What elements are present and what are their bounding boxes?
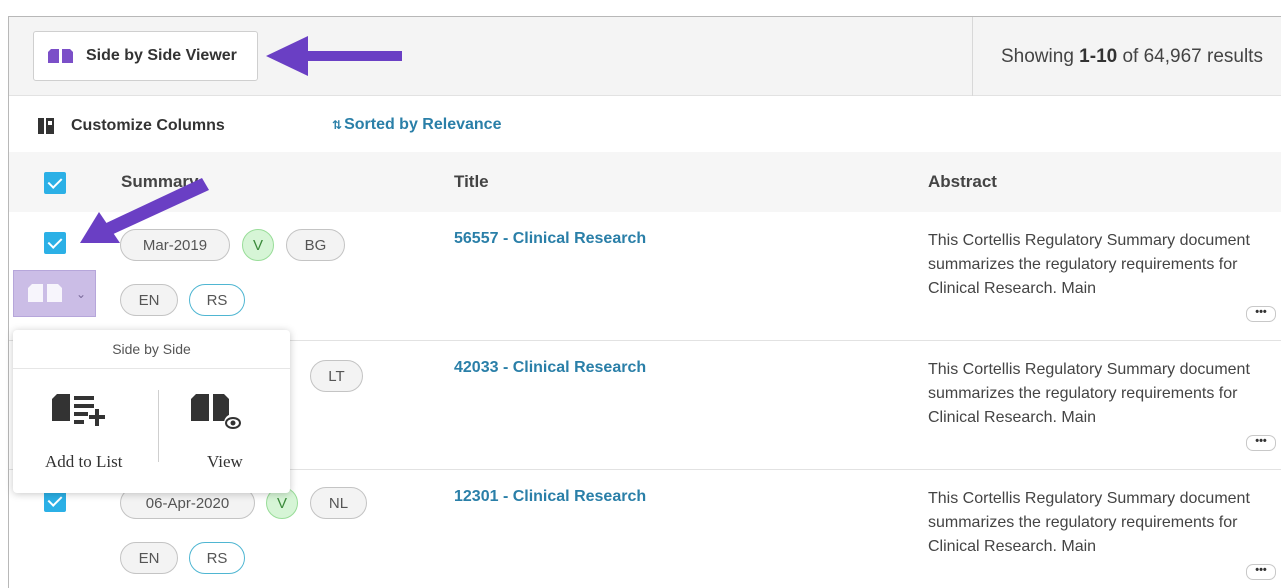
view-icon: [191, 394, 242, 432]
results-suffix: of 64,967 results: [1117, 46, 1263, 67]
country-tag[interactable]: LT: [310, 360, 363, 392]
side-by-side-menu: Side by Side Add to List View: [13, 330, 290, 493]
side-by-side-viewer-button[interactable]: Side by Side Viewer: [33, 31, 258, 81]
more-button[interactable]: •••: [1246, 435, 1276, 451]
record-abstract: This Cortellis Regulatory Summary docume…: [928, 361, 1250, 426]
side-by-side-icon: [28, 284, 62, 302]
options-bar: Customize Columns ⇅ Sorted by Relevance: [9, 97, 1281, 152]
language-tag[interactable]: EN: [120, 542, 178, 574]
table-header: Summary Title Abstract: [9, 152, 1281, 212]
row-checkbox[interactable]: [44, 490, 66, 512]
record-title-link[interactable]: 12301 - Clinical Research: [454, 488, 646, 506]
table-row: Mar-2019 V BG EN RS 56557 - Clinical Res…: [9, 212, 1281, 341]
column-header-abstract: Abstract: [928, 172, 997, 191]
type-tag[interactable]: RS: [189, 542, 245, 574]
side-by-side-menu-title: Side by Side: [13, 330, 290, 369]
results-toolbar: Side by Side Viewer Showing 1-10 of 64,9…: [9, 17, 1281, 96]
results-panel: Side by Side Viewer Showing 1-10 of 64,9…: [8, 16, 1281, 588]
results-prefix: Showing: [1001, 46, 1080, 67]
date-tag[interactable]: Mar-2019: [120, 229, 230, 261]
record-title-link[interactable]: 42033 - Clinical Research: [454, 359, 646, 377]
more-button[interactable]: •••: [1246, 564, 1276, 580]
add-to-list-button[interactable]: Add to List: [45, 388, 135, 473]
record-abstract: This Cortellis Regulatory Summary docume…: [928, 490, 1250, 555]
row-checkbox[interactable]: [44, 232, 66, 254]
sort-icon: ⇅: [332, 118, 343, 132]
chevron-down-icon: ⌄: [76, 287, 87, 301]
add-to-list-label: Add to List: [45, 452, 123, 471]
results-count: Showing 1-10 of 64,967 results: [1001, 46, 1263, 68]
columns-icon: [38, 118, 54, 134]
sort-label: Sorted by Relevance: [344, 116, 502, 133]
country-tag[interactable]: BG: [286, 229, 345, 261]
record-title-link[interactable]: 56557 - Clinical Research: [454, 230, 646, 248]
toolbar-divider: [972, 17, 973, 96]
add-to-list-icon: [52, 394, 105, 426]
language-tag[interactable]: EN: [120, 284, 178, 316]
verified-tag[interactable]: V: [242, 229, 274, 261]
sort-button[interactable]: ⇅ Sorted by Relevance: [332, 116, 501, 134]
column-header-title: Title: [454, 172, 489, 191]
select-all-checkbox[interactable]: [44, 172, 66, 194]
menu-divider: [158, 390, 159, 462]
side-by-side-dropdown-toggle[interactable]: ⌄: [13, 270, 96, 317]
country-tag[interactable]: NL: [310, 487, 367, 519]
record-abstract: This Cortellis Regulatory Summary docume…: [928, 232, 1250, 297]
column-header-summary: Summary: [121, 172, 199, 191]
more-button[interactable]: •••: [1246, 306, 1276, 322]
side-by-side-viewer-label: Side by Side Viewer: [86, 47, 237, 64]
view-button[interactable]: View: [185, 388, 265, 473]
side-by-side-icon: [48, 49, 73, 63]
customize-columns-label: Customize Columns: [71, 117, 225, 134]
type-tag[interactable]: RS: [189, 284, 245, 316]
results-range: 1-10: [1079, 46, 1118, 67]
view-label: View: [207, 452, 243, 471]
customize-columns-button[interactable]: Customize Columns: [38, 117, 225, 135]
